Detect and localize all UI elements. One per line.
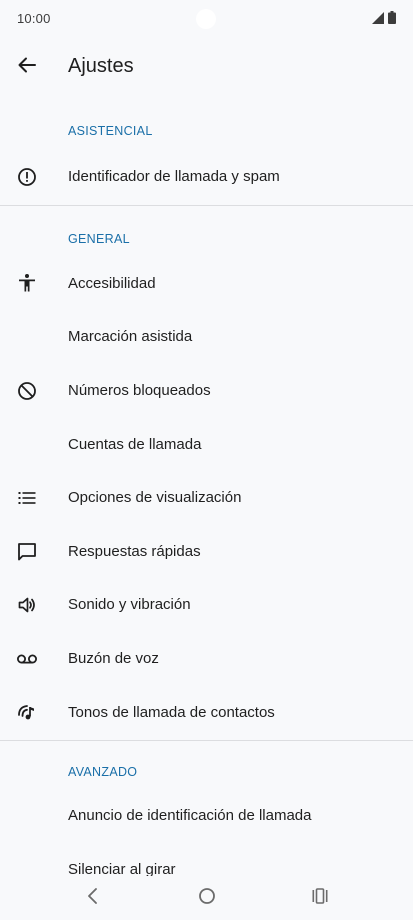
nav-recents-button[interactable] — [305, 884, 335, 912]
setting-label: Respuestas rápidas — [68, 542, 201, 560]
setting-label: Números bloqueados — [68, 382, 211, 400]
setting-label: Accesibilidad — [68, 274, 156, 292]
setting-label: Opciones de visualización — [68, 489, 242, 507]
setting-label: Anuncio de identificación de llamada — [68, 807, 312, 825]
setting-label: Buzón de voz — [68, 650, 159, 668]
setting-voicemail[interactable]: Buzón de voz — [0, 632, 413, 686]
settings-screen: 10:00 Ajustes ASISTENCIAL Identificador … — [0, 0, 413, 920]
setting-label: Identificador de llamada y spam — [68, 168, 280, 186]
setting-label: Sonido y vibración — [68, 596, 191, 614]
setting-label: Cuentas de llamada — [68, 435, 202, 453]
list-icon — [16, 487, 38, 509]
camera-cutout — [196, 9, 216, 29]
block-icon — [16, 380, 38, 402]
voicemail-icon — [16, 648, 38, 670]
setting-contact-ringtones[interactable]: Tonos de llamada de contactos — [0, 685, 413, 739]
nav-home-icon — [198, 887, 216, 910]
signal-icon — [372, 11, 384, 24]
status-icons — [372, 11, 396, 24]
section-header-general: GENERAL — [68, 231, 130, 246]
setting-assisted-dialing[interactable]: Marcación asistida — [0, 310, 413, 364]
status-bar: 10:00 — [0, 0, 413, 36]
accessibility-icon — [16, 272, 38, 294]
status-time: 10:00 — [17, 11, 51, 26]
volume-icon — [16, 594, 38, 616]
setting-accessibility[interactable]: Accesibilidad — [0, 257, 413, 311]
alert-circle-icon — [16, 166, 38, 188]
setting-caller-id-announcement[interactable]: Anuncio de identificación de llamada — [0, 789, 413, 843]
setting-label: Marcación asistida — [68, 328, 193, 346]
setting-sound-vibration[interactable]: Sonido y vibración — [0, 578, 413, 632]
app-bar: Ajustes — [0, 40, 413, 96]
settings-list: ASISTENCIAL Identificador de llamada y s… — [0, 110, 413, 896]
setting-quick-responses[interactable]: Respuestas rápidas — [0, 525, 413, 579]
page-title: Ajustes — [68, 55, 134, 77]
nav-recents-icon — [311, 887, 329, 910]
nav-home-button[interactable] — [192, 884, 222, 912]
message-icon — [16, 540, 38, 562]
section-header-avanzado: AVANZADO — [68, 764, 138, 779]
ringtone-icon — [16, 701, 38, 723]
setting-blocked-numbers[interactable]: Números bloqueados — [0, 364, 413, 418]
battery-icon — [388, 11, 396, 24]
system-nav-bar — [0, 876, 413, 920]
setting-calling-accounts[interactable]: Cuentas de llamada — [0, 417, 413, 471]
nav-back-button[interactable] — [78, 884, 108, 912]
setting-display-options[interactable]: Opciones de visualización — [0, 471, 413, 525]
section-header-asistencial: ASISTENCIAL — [68, 124, 153, 138]
back-button[interactable] — [8, 46, 46, 88]
nav-back-icon — [86, 887, 100, 910]
setting-label: Tonos de llamada de contactos — [68, 703, 275, 721]
arrow-back-icon — [17, 55, 37, 80]
setting-caller-id-spam[interactable]: Identificador de llamada y spam — [0, 150, 413, 204]
